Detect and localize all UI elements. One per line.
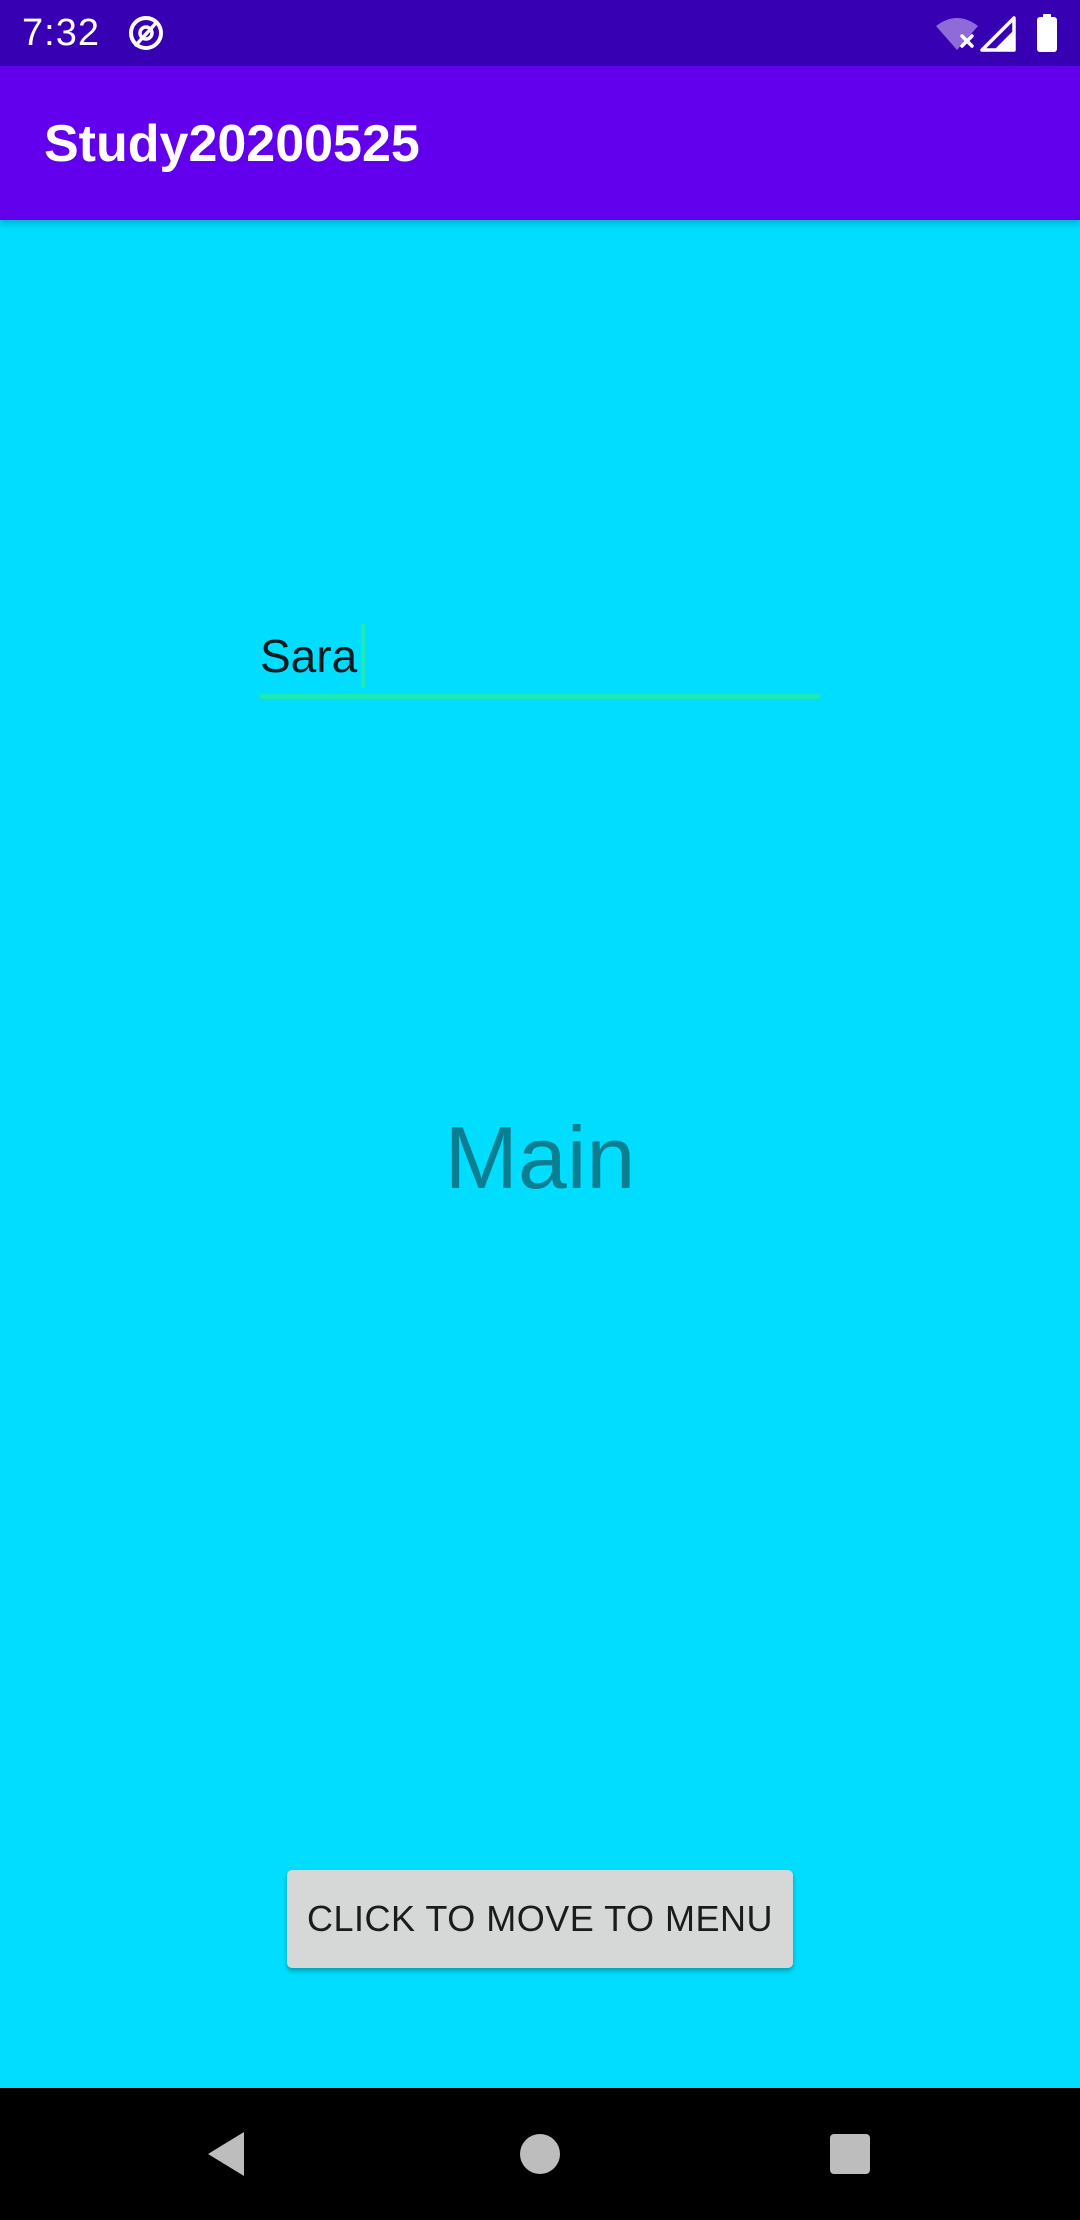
name-input-underline [260, 694, 820, 699]
recents-icon[interactable] [829, 2133, 871, 2175]
back-icon[interactable] [204, 2130, 248, 2178]
status-time: 7:32 [22, 12, 100, 54]
text-cursor [361, 624, 365, 688]
sync-icon [129, 16, 163, 50]
main-label: Main [444, 1108, 636, 1207]
home-icon[interactable] [519, 2133, 561, 2175]
navigation-bar [0, 2088, 1080, 2220]
name-input[interactable] [260, 620, 820, 692]
signal-icon [980, 16, 1016, 52]
app-title: Study20200525 [44, 115, 420, 173]
app-bar: Study20200525 [0, 66, 1080, 220]
name-input-container[interactable] [260, 620, 820, 700]
status-bar: 7:32 [0, 0, 1080, 66]
screen: 7:32 Study20200525 Main CLICK TO MOVE TO… [0, 0, 1080, 2220]
move-to-menu-button[interactable]: CLICK TO MOVE TO MENU [287, 1870, 793, 1968]
wifi-off-icon [936, 18, 978, 50]
battery-icon [1037, 14, 1057, 52]
